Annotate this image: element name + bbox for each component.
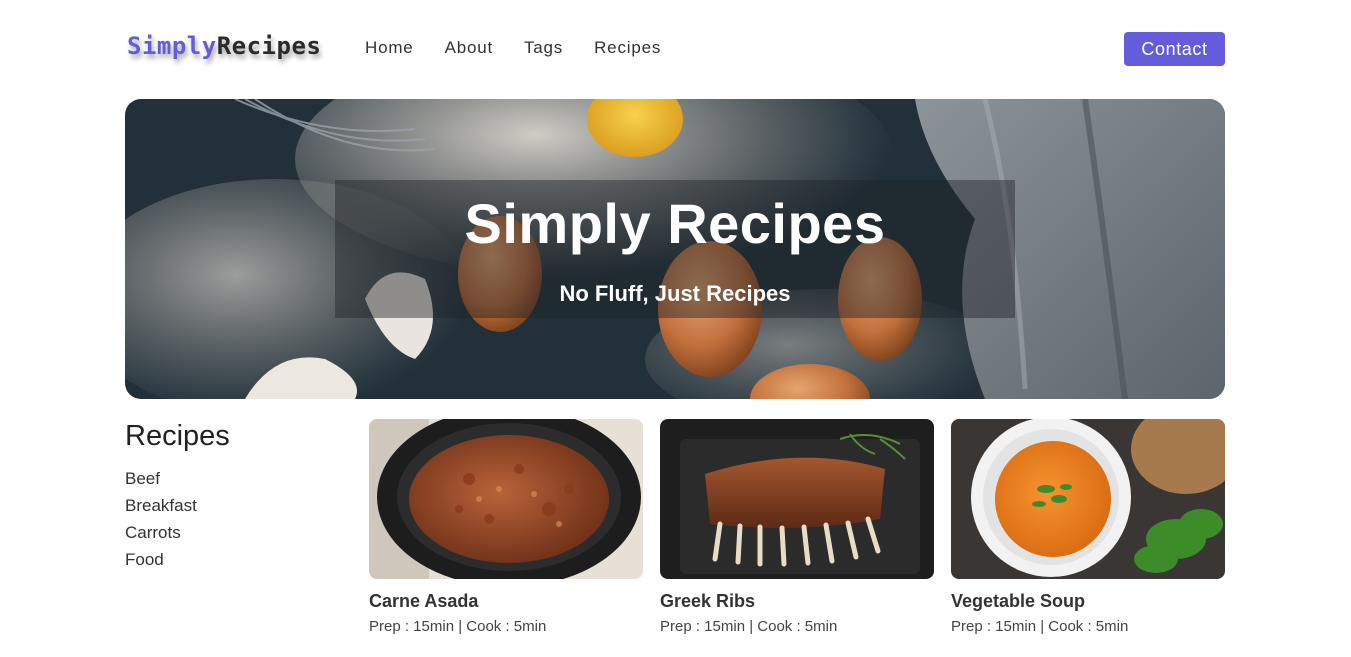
skillet-meat-image [369,419,643,579]
ribs-image [660,419,934,579]
recipe-title[interactable]: Carne Asada [369,591,643,612]
recipe-title[interactable]: Vegetable Soup [951,591,1225,612]
recipe-card[interactable]: Vegetable Soup Prep : 15min | Cook : 5mi… [951,419,1225,635]
tags-title: Recipes [125,420,230,452]
hero-banner: Simply Recipes No Fluff, Just Recipes [125,99,1225,399]
recipe-card[interactable]: Carne Asada Prep : 15min | Cook : 5min [369,419,643,635]
nav-link-recipes[interactable]: Recipes [594,38,661,58]
tag-link-carrots[interactable]: Carrots [125,519,345,546]
tag-link-beef[interactable]: Beef [125,465,345,492]
nav-links: Home About Tags Recipes [365,38,661,58]
navbar: SimplyRecipes Home About Tags Recipes Co… [125,30,1225,68]
site-logo[interactable]: SimplyRecipes [127,32,321,60]
soup-image [951,419,1225,579]
hero-title: Simply Recipes [464,192,886,255]
recipe-title[interactable]: Greek Ribs [660,591,934,612]
nav-link-tags[interactable]: Tags [524,38,563,58]
contact-button[interactable]: Contact [1124,32,1225,66]
nav-link-home[interactable]: Home [365,38,414,58]
tag-link-food[interactable]: Food [125,546,345,573]
recipe-card[interactable]: Greek Ribs Prep : 15min | Cook : 5min [660,419,934,635]
logo-first-part: Simply [127,32,217,60]
tags-sidebar: Recipes Beef Breakfast Carrots Food [125,420,345,573]
recipe-meta: Prep : 15min | Cook : 5min [951,618,1129,635]
recipe-meta: Prep : 15min | Cook : 5min [660,618,838,635]
hero-subtitle: No Fluff, Just Recipes [559,281,791,306]
logo-second-part: Recipes [216,32,322,60]
tag-list: Beef Breakfast Carrots Food [125,465,345,573]
recipe-meta: Prep : 15min | Cook : 5min [369,618,547,635]
tag-link-breakfast[interactable]: Breakfast [125,492,345,519]
nav-link-about[interactable]: About [445,38,493,58]
